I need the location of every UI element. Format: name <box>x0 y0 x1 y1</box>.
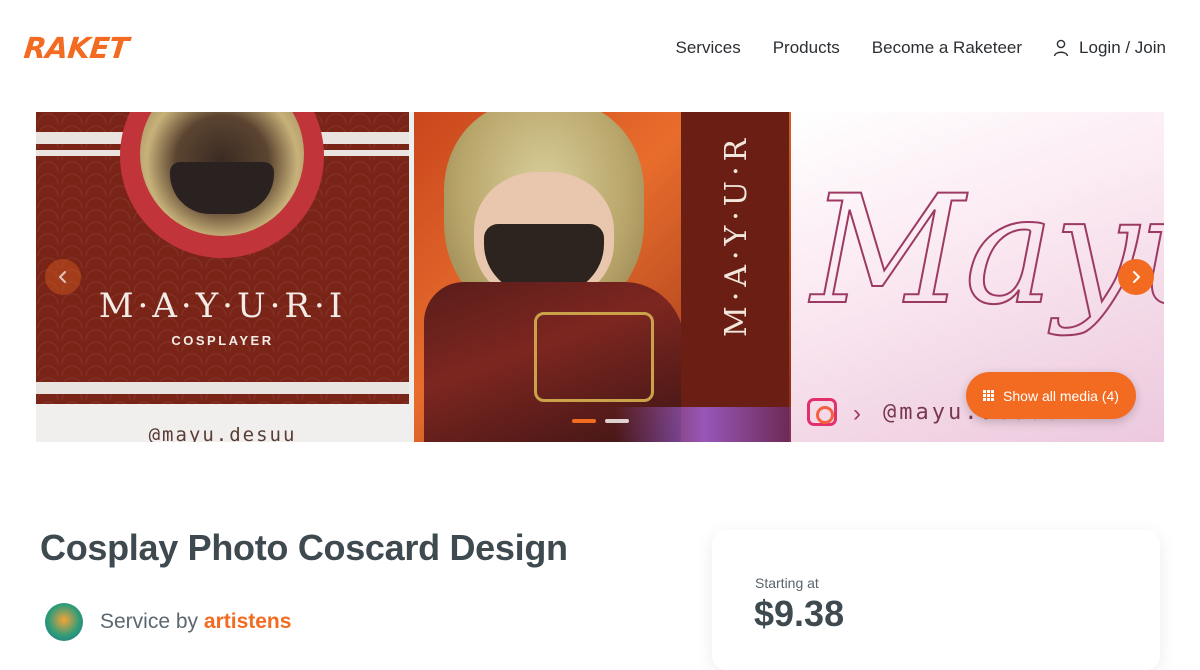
seller-avatar[interactable] <box>45 603 83 641</box>
login-label: Login / Join <box>1079 38 1166 57</box>
gallery-dot[interactable] <box>605 419 629 423</box>
nav-products[interactable]: Products <box>773 38 840 58</box>
site-header: RAKET Services Products Become a Raketee… <box>0 0 1200 100</box>
chevron-right-icon <box>1133 271 1140 283</box>
show-all-media-label: Show all media (4) <box>1003 387 1119 404</box>
vertical-name-text: M·A·Y·U·R <box>719 134 754 337</box>
costume-trim <box>534 312 654 402</box>
nav-login-join[interactable]: Login / Join <box>1053 38 1166 58</box>
instagram-icon <box>807 398 837 426</box>
slide-stripe <box>36 382 409 394</box>
gallery-dot-active[interactable] <box>572 419 596 423</box>
gallery-next-button[interactable] <box>1118 259 1154 295</box>
service-title: Cosplay Photo Coscard Design <box>40 527 568 568</box>
starting-at-label: Starting at <box>755 575 819 591</box>
slide-cosplayer-role: COSPLAYER <box>171 333 274 348</box>
vertical-name: M·A·Y·U·R <box>719 134 754 337</box>
script-name: Mayuri <box>807 163 1164 339</box>
show-all-media-button[interactable]: Show all media (4) <box>966 372 1136 419</box>
chevron-right-icon: › <box>853 400 861 427</box>
price-value: $9.38 <box>754 593 845 634</box>
gallery-dots <box>572 419 638 423</box>
gallery-slide-2[interactable]: M·A·Y·U·R <box>414 112 791 442</box>
slide-cosplayer-name: M·A·Y·U·R·I <box>98 286 347 326</box>
main-nav: Services Products Become a Raketeer Logi… <box>644 38 1166 58</box>
chevron-left-icon <box>59 271 66 283</box>
nav-become-raketeer[interactable]: Become a Raketeer <box>872 38 1022 58</box>
user-icon <box>1053 39 1069 57</box>
slide-handle: @mayu.desuu <box>148 424 297 442</box>
raket-logo[interactable]: RAKET <box>22 31 130 65</box>
script-name-text: Mayuri <box>808 164 1164 338</box>
lightning-effect <box>614 407 791 442</box>
grid-icon <box>983 390 995 401</box>
gallery-prev-button[interactable] <box>45 259 81 295</box>
pricing-card: Starting at $9.38 <box>712 530 1160 670</box>
nav-services[interactable]: Services <box>676 38 741 58</box>
seller-info: Service by artistens <box>45 603 291 641</box>
gallery-slide-1[interactable]: M·A·Y·U·R·I COSPLAYER @mayu.desuu <box>36 112 409 442</box>
